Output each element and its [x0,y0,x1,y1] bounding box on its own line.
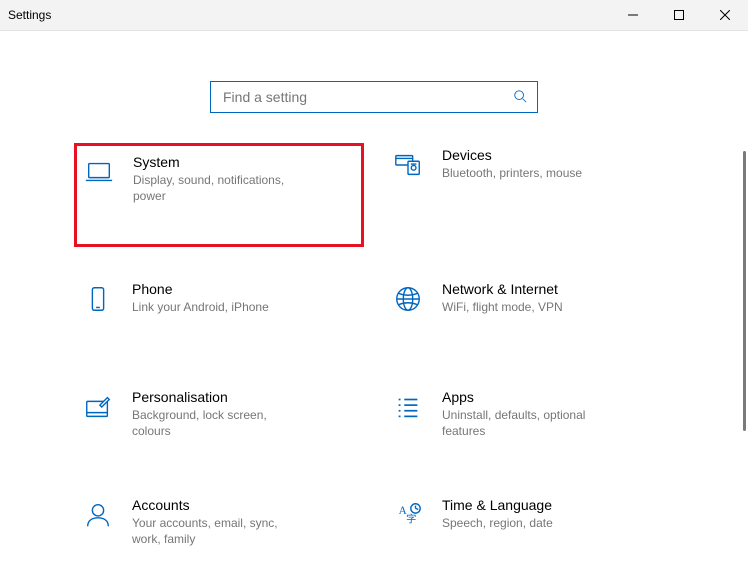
category-time-language[interactable]: A 字 Time & Language Speech, region, date [384,493,674,571]
laptop-icon [83,156,115,188]
category-title: Phone [132,281,356,297]
svg-text:字: 字 [406,513,416,526]
category-accounts[interactable]: Accounts Your accounts, email, sync, wor… [74,493,364,571]
category-title: Time & Language [442,497,666,513]
apps-list-icon [392,391,424,423]
category-title: Accounts [132,497,356,513]
person-icon [82,499,114,531]
category-desc: Your accounts, email, sync, work, family [132,515,302,547]
content-area: System Display, sound, notifications, po… [0,31,748,571]
category-desc: WiFi, flight mode, VPN [442,299,612,315]
category-title: Apps [442,389,666,405]
maximize-icon [674,10,684,20]
globe-icon [392,283,424,315]
category-title: System [133,154,353,170]
search-container [210,81,538,113]
paintbrush-icon [82,391,114,423]
devices-icon [392,149,424,181]
close-button[interactable] [702,0,748,30]
category-personalisation[interactable]: Personalisation Background, lock screen,… [74,385,364,463]
category-devices[interactable]: Devices Bluetooth, printers, mouse [384,143,674,247]
maximize-button[interactable] [656,0,702,30]
category-desc: Link your Android, iPhone [132,299,302,315]
settings-categories: System Display, sound, notifications, po… [74,143,674,571]
minimize-icon [628,10,638,20]
category-system[interactable]: System Display, sound, notifications, po… [74,143,364,247]
minimize-button[interactable] [610,0,656,30]
search-input[interactable] [221,88,513,106]
category-desc: Uninstall, defaults, optional features [442,407,612,439]
window-title: Settings [8,8,51,22]
category-desc: Bluetooth, printers, mouse [442,165,612,181]
category-title: Network & Internet [442,281,666,297]
scrollbar-thumb[interactable] [743,151,746,431]
category-desc: Display, sound, notifications, power [133,172,303,204]
search-box[interactable] [210,81,538,113]
category-title: Devices [442,147,666,163]
phone-icon [82,283,114,315]
window-controls [610,0,748,30]
close-icon [720,10,730,20]
search-icon [513,89,527,106]
category-desc: Speech, region, date [442,515,612,531]
category-apps[interactable]: Apps Uninstall, defaults, optional featu… [384,385,674,463]
category-network[interactable]: Network & Internet WiFi, flight mode, VP… [384,277,674,355]
category-title: Personalisation [132,389,356,405]
time-language-icon: A 字 [392,499,424,531]
category-desc: Background, lock screen, colours [132,407,302,439]
titlebar: Settings [0,0,748,31]
category-phone[interactable]: Phone Link your Android, iPhone [74,277,364,355]
